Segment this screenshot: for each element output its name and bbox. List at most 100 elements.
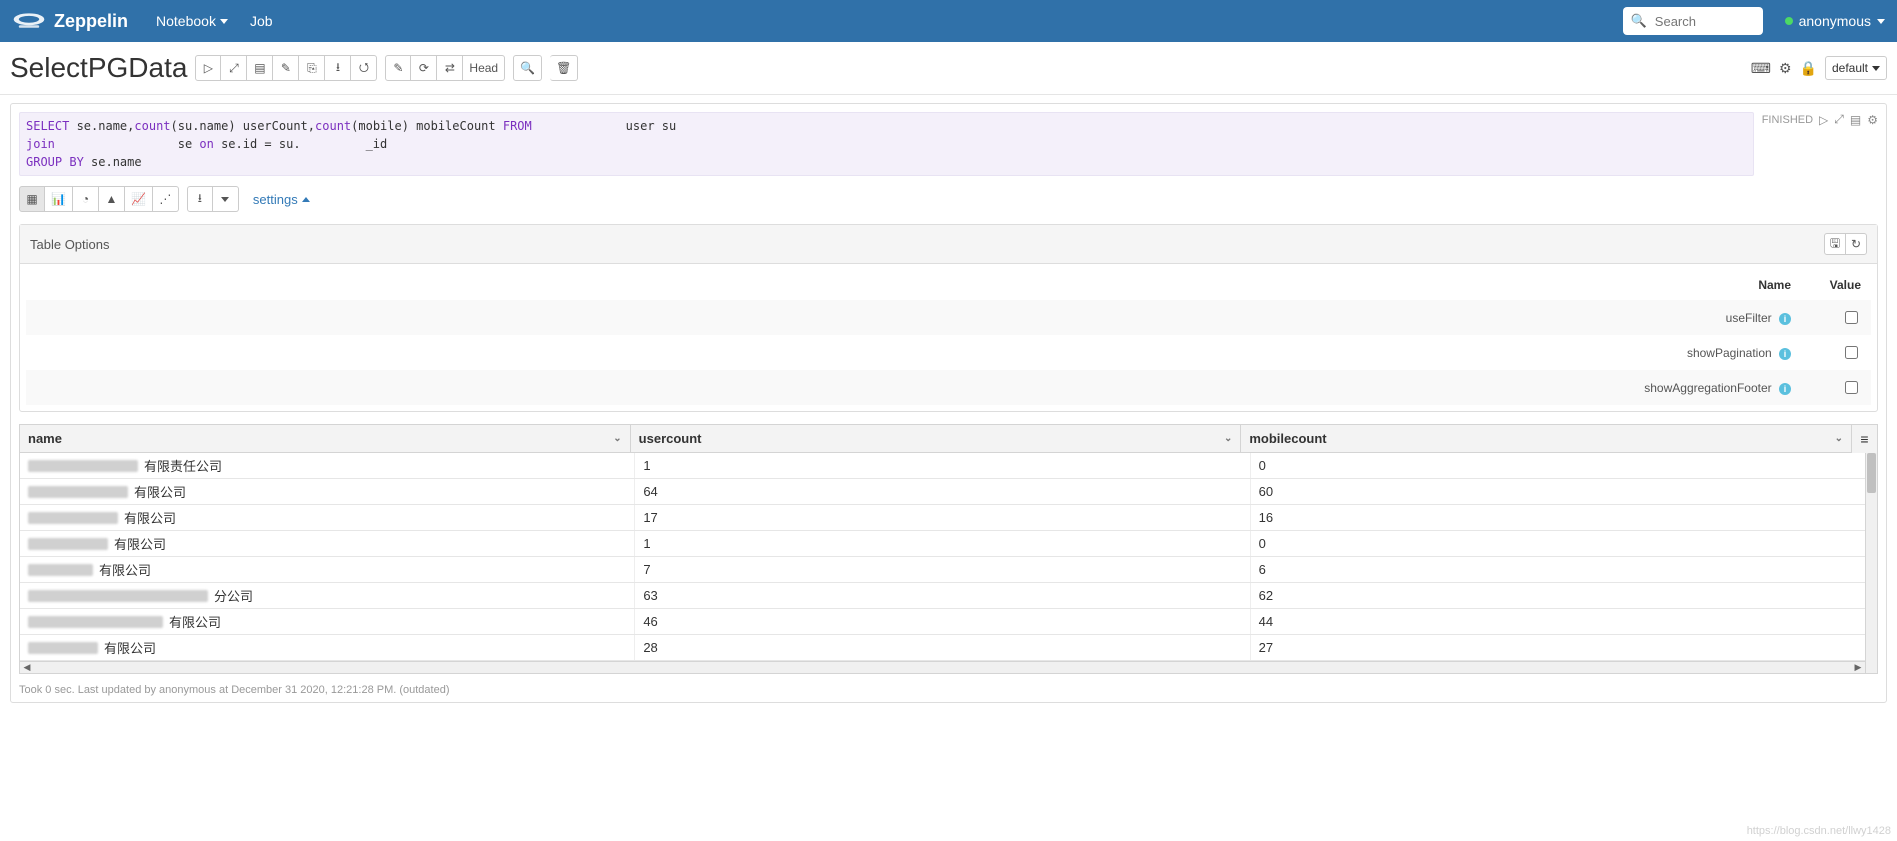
show-hide-output-button[interactable]: ▤ (247, 55, 273, 81)
commit-button[interactable]: ✎ (385, 55, 411, 81)
download-button[interactable]: ⭳ (187, 186, 213, 212)
table-row[interactable]: 有限公司2827 (20, 635, 1865, 661)
scroll-thumb[interactable] (1867, 453, 1876, 493)
table-row[interactable]: 有限公司76 (20, 557, 1865, 583)
table-options-heading: Table Options 🖫 ↻ (20, 225, 1877, 264)
cell-usercount: 1 (635, 531, 1250, 556)
show-hide-code-button[interactable]: ⤢ (221, 55, 247, 81)
paragraph: SELECT se.name,count(su.name) userCount,… (10, 103, 1887, 703)
lock-icon[interactable]: 🔒 (1800, 60, 1817, 77)
options-reset-button[interactable]: ↻ (1845, 233, 1867, 255)
cell-usercount: 64 (635, 479, 1250, 504)
sort-icon[interactable]: ⌄ (1224, 433, 1232, 444)
cell-usercount: 46 (635, 609, 1250, 634)
paragraph-settings-icon[interactable]: ⚙ (1867, 113, 1878, 127)
viz-line-button[interactable]: 📈 (125, 186, 153, 212)
cell-usercount: 17 (635, 505, 1250, 530)
reload-note-button[interactable]: ⭯ (351, 55, 377, 81)
sort-icon[interactable]: ⌄ (613, 433, 621, 444)
cell-mobilecount: 0 (1251, 453, 1865, 478)
grid-menu-button[interactable]: ≡ (1851, 425, 1877, 453)
interpreter-label: default (1832, 61, 1868, 75)
table-row[interactable]: 有限公司6460 (20, 479, 1865, 505)
cell-usercount: 1 (635, 453, 1250, 478)
result-grid: name⌄usercount⌄mobilecount⌄ ≡ 有限责任公司10有限… (19, 424, 1878, 674)
trash-button[interactable]: 🗑 (550, 55, 578, 81)
grid-vscroll[interactable] (1865, 453, 1877, 673)
scroll-left-icon[interactable]: ◀ (20, 662, 34, 673)
note-body: SELECT se.name,count(su.name) userCount,… (0, 95, 1897, 715)
search-code-button[interactable]: 🔍 (513, 55, 542, 81)
option-row: showAggregationFooter i (26, 370, 1871, 405)
settings-label: settings (253, 192, 298, 207)
hide-output-icon[interactable]: ▤ (1850, 113, 1861, 127)
note-title[interactable]: SelectPGData (10, 52, 187, 84)
watermark: https://blog.csdn.net/llwy1428 (1747, 825, 1891, 837)
options-save-button[interactable]: 🖫 (1824, 233, 1846, 255)
table-row[interactable]: 有限公司10 (20, 531, 1865, 557)
compare-button[interactable]: ⇄ (437, 55, 463, 81)
brand-text: Zeppelin (54, 11, 128, 32)
nav-notebook[interactable]: Notebook (156, 13, 228, 29)
table-row[interactable]: 有限责任公司10 (20, 453, 1865, 479)
info-icon[interactable]: i (1779, 348, 1791, 360)
clear-output-button[interactable]: ✎ (273, 55, 299, 81)
user-menu[interactable]: anonymous (1785, 13, 1885, 29)
hide-editor-icon[interactable]: ⤢ (1834, 112, 1844, 127)
global-search[interactable]: 🔍 (1623, 7, 1763, 35)
table-row[interactable]: 分公司6362 (20, 583, 1865, 609)
download-caret[interactable] (213, 186, 239, 212)
head-button[interactable]: Head (463, 55, 505, 81)
code-editor[interactable]: SELECT se.name,count(su.name) userCount,… (19, 112, 1754, 176)
revision-button[interactable]: ⟳ (411, 55, 437, 81)
cell-usercount: 7 (635, 557, 1250, 582)
info-icon[interactable]: i (1779, 383, 1791, 395)
search-input[interactable] (1653, 13, 1755, 30)
option-checkbox[interactable] (1845, 311, 1858, 324)
run-paragraph-icon[interactable]: ▷ (1819, 113, 1828, 127)
viz-pie-button[interactable]: ◔ (73, 186, 99, 212)
caret-down-icon (220, 19, 228, 24)
option-value (1801, 335, 1871, 370)
clone-note-button[interactable]: ⎘ (299, 55, 325, 81)
run-controls: ▷ ⤢ ▤ ✎ ⎘ ⭳ ⭯ (195, 55, 377, 81)
cell-mobilecount: 62 (1251, 583, 1865, 608)
option-value (1801, 370, 1871, 405)
export-note-button[interactable]: ⭳ (325, 55, 351, 81)
viz-table-button[interactable]: ▦ (19, 186, 45, 212)
cell-usercount: 28 (635, 635, 1250, 660)
grid-header-cell[interactable]: usercount ⌄ (631, 425, 1242, 452)
grid-header-cell[interactable]: mobilecount ⌄ (1241, 425, 1851, 452)
viz-scatter-button[interactable]: ⋰ (153, 186, 179, 212)
options-col-name: Name (26, 270, 1801, 300)
sort-icon[interactable]: ⌄ (1835, 433, 1843, 444)
grid-col-label: usercount (639, 431, 702, 446)
brand-logo[interactable]: Zeppelin (12, 10, 128, 32)
grid-col-label: mobilecount (1249, 431, 1326, 446)
option-checkbox[interactable] (1845, 346, 1858, 359)
gear-icon[interactable]: ⚙ (1779, 60, 1792, 77)
viz-area-button[interactable]: ▲ (99, 186, 125, 212)
nav-job[interactable]: Job (250, 13, 273, 29)
head-label: Head (469, 61, 498, 75)
user-label: anonymous (1799, 13, 1871, 29)
viz-toolbar: ▦ 📊 ◔ ▲ 📈 ⋰ ⭳ settings (19, 186, 1878, 212)
run-all-button[interactable]: ▷ (195, 55, 221, 81)
table-row[interactable]: 有限公司1716 (20, 505, 1865, 531)
caret-up-icon (302, 197, 310, 202)
interpreter-select[interactable]: default (1825, 56, 1887, 80)
settings-toggle[interactable]: settings (253, 192, 310, 207)
table-row[interactable]: 有限公司4644 (20, 609, 1865, 635)
caret-down-icon (1872, 66, 1880, 71)
grid-header-cell[interactable]: name⌄ (20, 425, 631, 452)
info-icon[interactable]: i (1779, 313, 1791, 325)
cell-name: 有限公司 (20, 479, 635, 504)
grid-hscroll[interactable]: ◀ ▶ (20, 661, 1865, 673)
cell-mobilecount: 60 (1251, 479, 1865, 504)
scroll-right-icon[interactable]: ▶ (1851, 662, 1865, 673)
cell-mobilecount: 16 (1251, 505, 1865, 530)
viz-bar-button[interactable]: 📊 (45, 186, 73, 212)
option-checkbox[interactable] (1845, 381, 1858, 394)
options-table: Name Value useFilter ishowPagination ish… (26, 270, 1871, 405)
keyboard-icon[interactable]: ⌨ (1751, 60, 1771, 77)
